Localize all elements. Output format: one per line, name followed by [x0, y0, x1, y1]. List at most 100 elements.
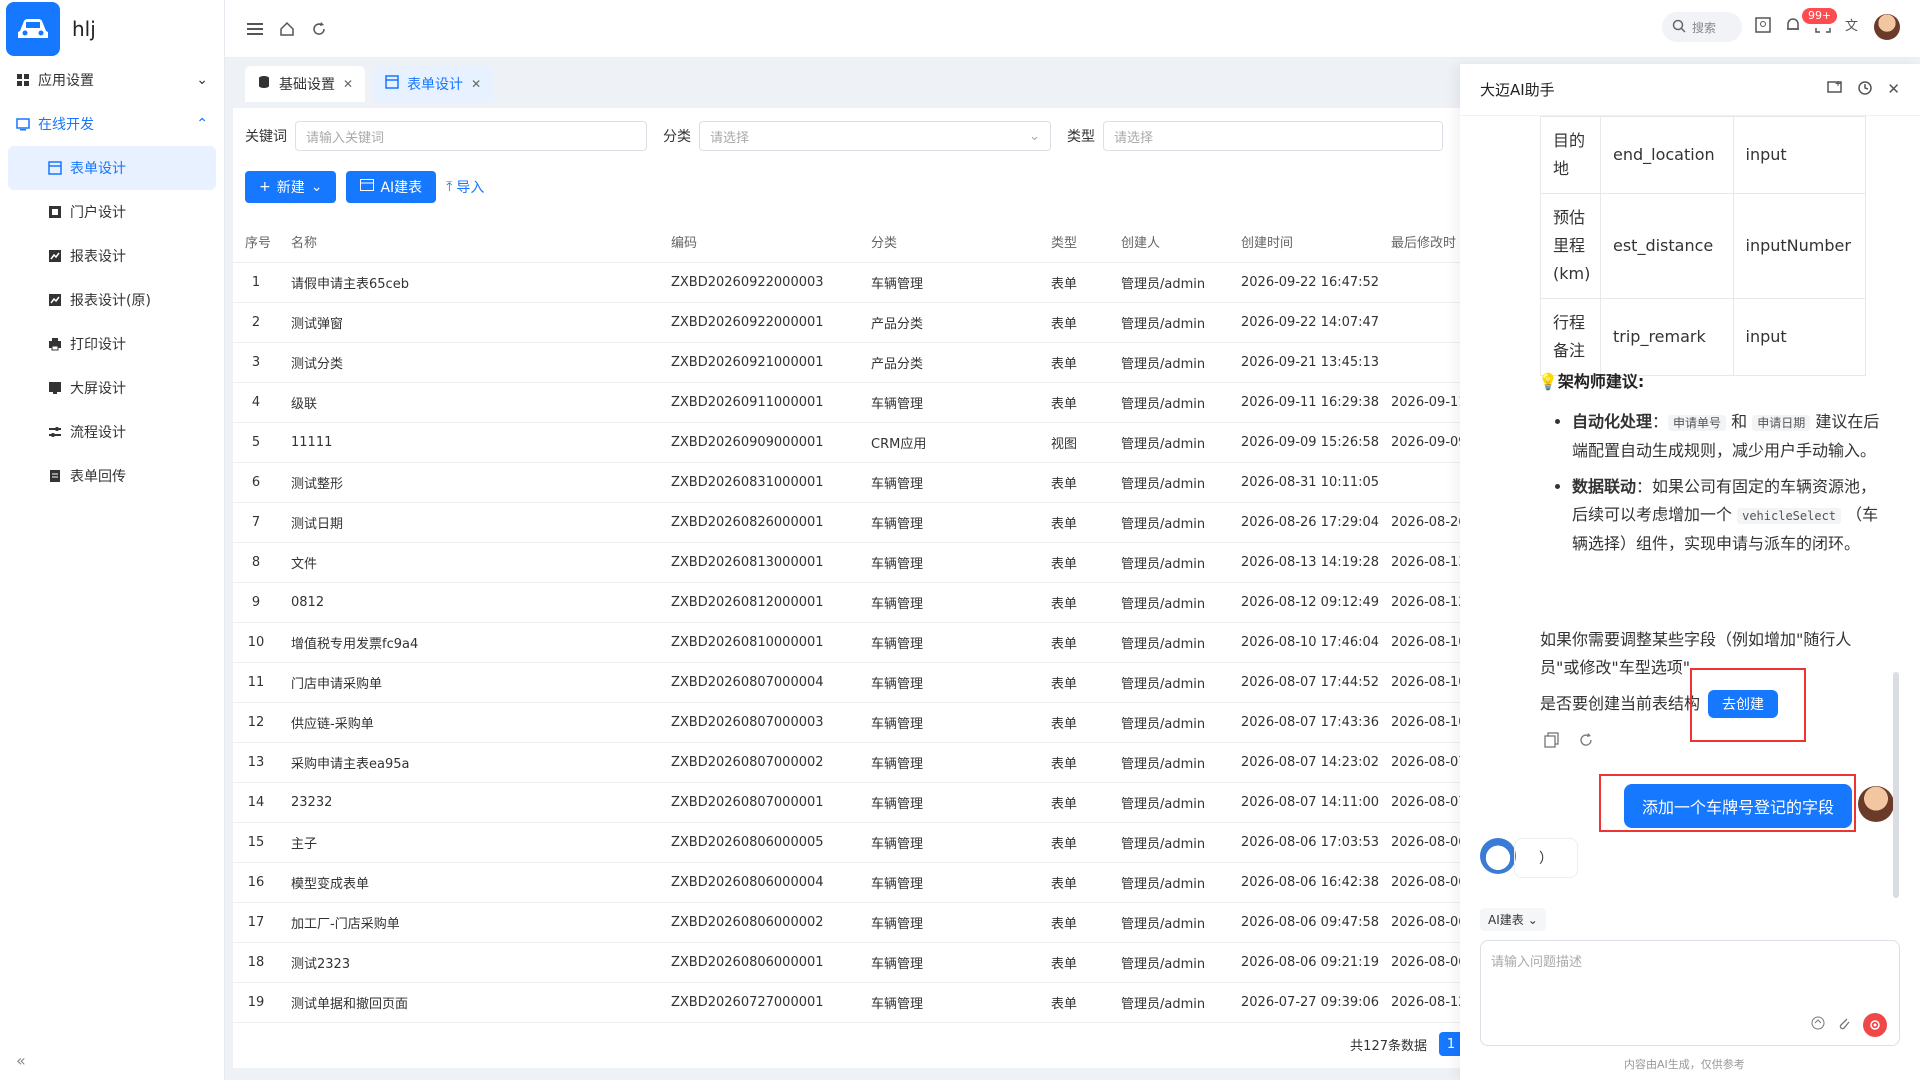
new-chat-icon[interactable] [1827, 80, 1843, 100]
table-cell: ZXBD20260922000003 [659, 262, 859, 303]
table-row[interactable]: 5 11111 ZXBD20260909000001 CRM应用 视图 管理员/admin… [233, 422, 1463, 463]
menu-group-online-dev[interactable]: 在线开发 ⌃ [0, 102, 224, 146]
car-logo-icon[interactable] [6, 2, 60, 56]
sidebar-item-screen-design[interactable]: 大屏设计 [8, 366, 216, 410]
type-select[interactable]: 请选择 [1103, 121, 1443, 151]
table-row[interactable]: 12 供应链-采购单 ZXBD20260807000003 车辆管理 表单 管理员/adm… [233, 702, 1463, 743]
table-cell: 2026-09-11 [1379, 382, 1463, 423]
table-row[interactable]: 17 加工厂-门店采购单 ZXBD20260806000002 车辆管理 表单 管理员/a… [233, 902, 1463, 943]
sidebar-item-label: 流程设计 [70, 425, 126, 441]
user-avatar[interactable] [1874, 14, 1900, 40]
table-row[interactable]: 14 23232 ZXBD20260807000001 车辆管理 表单 管理员/admin… [233, 782, 1463, 823]
table-row[interactable]: 15 主子 ZXBD20260806000005 车辆管理 表单 管理员/admin 202… [233, 822, 1463, 863]
sidebar-item-report-design-old[interactable]: 报表设计(原) [8, 278, 216, 322]
tab-form-design[interactable]: 表单设计 ✕ [373, 66, 494, 102]
sidebar-item-form-return[interactable]: 表单回传 [8, 454, 216, 498]
refresh-icon[interactable] [305, 15, 333, 43]
table-cell: ZXBD20260922000001 [659, 302, 859, 343]
table-row[interactable]: 8 文件 ZXBD20260813000001 车辆管理 表单 管理员/admin 2026… [233, 542, 1463, 583]
sidebar-item-label: 打印设计 [70, 337, 126, 353]
table-row[interactable]: 1 请假申请主表65ceb ZXBD20260922000003 车辆管理 表单 管理员/… [233, 262, 1463, 303]
table-row[interactable]: 19 测试单据和撤回页面 ZXBD20260727000001 车辆管理 表单 管理员/a… [233, 982, 1463, 1023]
table-cell: 1 [233, 262, 279, 303]
table-cell: ZXBD20260807000001 [659, 782, 859, 823]
regenerate-icon[interactable] [1578, 732, 1594, 752]
table-cell: 测试单据和撤回页面 [279, 982, 659, 1023]
tab-basic-settings[interactable]: 基础设置 ✕ [245, 66, 366, 102]
table-cell: 表单 [1039, 462, 1109, 503]
sidebar-item-report-design[interactable]: 报表设计 [8, 234, 216, 278]
ai-header: 大迈AI助手 ✕ [1460, 64, 1920, 116]
pagination: 共127条数据 1 [1350, 1032, 1463, 1056]
table-row[interactable]: 11 门店申请采购单 ZXBD20260807000004 车辆管理 表单 管理员/adm… [233, 662, 1463, 703]
home-icon[interactable] [273, 15, 301, 43]
table-row[interactable]: 18 测试2323 ZXBD20260806000001 车辆管理 表单 管理员/admi… [233, 942, 1463, 983]
table-cell: 表单 [1039, 822, 1109, 863]
table-icon [360, 179, 375, 195]
table-cell: 表单 [1039, 622, 1109, 663]
table-cell: 6 [233, 462, 279, 503]
table-row[interactable]: 2 测试弹窗 ZXBD20260922000001 产品分类 表单 管理员/admin 20… [233, 302, 1463, 343]
table-row[interactable]: 16 模型变成表单 ZXBD20260806000004 车辆管理 表单 管理员/admi… [233, 862, 1463, 903]
table-cell: 5 [233, 422, 279, 463]
attachment-icon[interactable] [1837, 1016, 1851, 1034]
table-cell: 表单 [1039, 782, 1109, 823]
chat-input-placeholder: 请输入问题描述 [1491, 955, 1583, 970]
table-cell: 2026-09-09 15:26:58 [1229, 422, 1379, 463]
sidebar-item-flow-design[interactable]: 流程设计 [8, 410, 216, 454]
record-icon[interactable] [1863, 1013, 1887, 1037]
keyword-input[interactable]: 请输入关键词 [295, 121, 647, 151]
import-button[interactable]: ⤒ 导入 [446, 177, 484, 197]
global-search[interactable]: 搜索 [1662, 12, 1742, 42]
category-select[interactable]: 请选择 ⌄ [699, 121, 1051, 151]
collapse-sidebar-button[interactable]: « [16, 1051, 26, 1070]
type-label: 类型 [1067, 129, 1095, 145]
new-button[interactable]: + 新建 ⌄ [245, 171, 337, 203]
field-cell: inputNumber [1732, 193, 1866, 299]
upload-icon[interactable] [1811, 1016, 1825, 1034]
table-cell: 12 [233, 702, 279, 743]
close-icon[interactable]: ✕ [343, 77, 353, 91]
table-cell: 2026-08-10 [1379, 622, 1463, 663]
table-cell: 2026-08-10 17:46:04 [1229, 622, 1379, 663]
tip-title-text: 架构师建议: [1557, 372, 1645, 391]
menu-toggle-icon[interactable] [241, 15, 269, 43]
chat-input[interactable]: 请输入问题描述 [1480, 940, 1900, 1046]
table-header: 创建人 [1109, 222, 1229, 263]
close-icon[interactable]: ✕ [1887, 80, 1900, 100]
table-row[interactable]: 4 级联 ZXBD20260911000001 车辆管理 表单 管理员/admin 2026… [233, 382, 1463, 423]
table-cell: 测试日期 [279, 502, 659, 543]
table-row[interactable]: 6 测试整形 ZXBD20260831000001 车辆管理 表单 管理员/admin 20… [233, 462, 1463, 503]
sidebar-item-portal-design[interactable]: 门户设计 [8, 190, 216, 234]
table-row[interactable]: 7 测试日期 ZXBD20260826000001 车辆管理 表单 管理员/admin 20… [233, 502, 1463, 543]
table-cell: 3 [233, 342, 279, 383]
table-cell [1379, 302, 1463, 343]
table-row[interactable]: 10 增值税专用发票fc9a4 ZXBD20260810000001 车辆管理 表单 管理… [233, 622, 1463, 663]
table-cell: 测试分类 [279, 342, 659, 383]
table-row[interactable]: 3 测试分类 ZXBD20260921000001 产品分类 表单 管理员/admin 20… [233, 342, 1463, 383]
sidebar-item-label: 表单回传 [70, 469, 126, 485]
table-cell: 2026-08-06 [1379, 822, 1463, 863]
table-cell: 2026-08-06 09:47:58 [1229, 902, 1379, 943]
history-icon[interactable] [1857, 80, 1873, 100]
sidebar-item-print-design[interactable]: 打印设计 [8, 322, 216, 366]
notification-bell[interactable]: 99+ [1784, 8, 1838, 38]
ai-bot-avatar [1480, 838, 1516, 874]
menu-group-app-settings[interactable]: 应用设置 ⌄ [0, 58, 224, 102]
bell-icon [1784, 18, 1802, 38]
tip-title: 💡架构师建议: [1538, 368, 1644, 392]
highlight-box [1599, 774, 1856, 832]
table-cell: 车辆管理 [859, 662, 1039, 703]
document-search-icon[interactable] [1754, 16, 1772, 38]
table-row[interactable]: 13 采购申请主表ea95a ZXBD20260807000002 车辆管理 表单 管理员… [233, 742, 1463, 783]
table-row[interactable]: 9 0812 ZXBD20260812000001 车辆管理 表单 管理员/admin 20… [233, 582, 1463, 623]
ai-scrollbar[interactable] [1893, 672, 1899, 898]
sidebar-item-form-design[interactable]: 表单设计 [8, 146, 216, 190]
close-icon[interactable]: ✕ [471, 77, 481, 91]
field-cell: end_location [1600, 116, 1734, 194]
ai-table-button[interactable]: AI建表 [346, 171, 437, 203]
mode-selector[interactable]: AI建表 ⌄ [1480, 908, 1546, 931]
ai-loading-bubble: ） [1514, 838, 1578, 878]
translate-icon[interactable]: 文 [1844, 16, 1862, 38]
copy-icon[interactable] [1544, 732, 1560, 752]
